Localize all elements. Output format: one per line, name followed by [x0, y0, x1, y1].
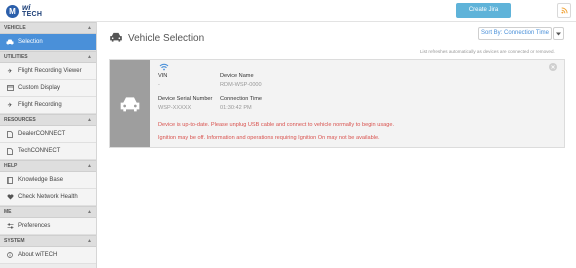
- serial-value: WSP-XXXXX: [158, 105, 192, 111]
- sort-button[interactable]: Sort By: Connection Time: [478, 27, 552, 40]
- serial-label: Device Serial Number: [158, 96, 213, 102]
- car-icon: [6, 38, 14, 46]
- sidebar-item-about-witech[interactable]: About wiTECH: [0, 247, 96, 264]
- connection-time-value: 01:30:42 PM: [220, 105, 252, 111]
- collapse-icon: ▲: [87, 54, 92, 60]
- sidebar-item-custom-display[interactable]: Custom Display: [0, 80, 96, 97]
- device-name-value: RDM-WSP-0000: [220, 82, 262, 88]
- section-resources[interactable]: RESOURCES ▲: [0, 114, 96, 126]
- mopar-badge: M: [6, 4, 19, 18]
- caret-down-icon: [556, 32, 561, 35]
- refresh-hint: List refreshes automatically as devices …: [420, 49, 555, 54]
- car-icon: [109, 32, 123, 45]
- status-message-uptodate: Device is up-to-date. Please unplug USB …: [158, 122, 395, 128]
- section-system[interactable]: SYSTEM ▲: [0, 235, 96, 247]
- top-bar: M wi TECH Create Jira: [0, 0, 576, 22]
- sidebar-item-selection[interactable]: Selection: [0, 34, 96, 51]
- sidebar-item-preferences[interactable]: Preferences: [0, 218, 96, 235]
- collapse-icon: ▲: [87, 117, 92, 123]
- page-title: Vehicle Selection: [109, 32, 204, 45]
- vin-label: VIN: [158, 73, 168, 79]
- document-icon: [6, 147, 14, 155]
- airplane-icon: ✈: [7, 102, 13, 109]
- airplane-icon: ✈: [7, 68, 13, 75]
- rss-button[interactable]: [557, 3, 571, 18]
- sidebar: VEHICLE ▲ Selection UTILITIES ▲ ✈ Flight R…: [0, 22, 97, 268]
- sidebar-item-flight-recording[interactable]: ✈ Flight Recording: [0, 97, 96, 114]
- book-icon: [6, 176, 14, 184]
- section-me[interactable]: ME ▲: [0, 206, 96, 218]
- collapse-icon: ▲: [87, 163, 92, 169]
- witech-logo[interactable]: M wi TECH: [6, 3, 42, 19]
- sidebar-item-techconnect[interactable]: TechCONNECT: [0, 143, 96, 160]
- sidebar-item-dealerconnect[interactable]: DealerCONNECT: [0, 126, 96, 143]
- sort-dropdown-toggle[interactable]: [553, 27, 564, 40]
- logo-wi: wi: [22, 3, 31, 12]
- sidebar-item-flight-recording-viewer[interactable]: ✈ Flight Recording Viewer: [0, 63, 96, 80]
- collapse-icon: ▲: [87, 238, 92, 244]
- rss-icon: [560, 7, 568, 14]
- logo-tech: TECH: [22, 11, 43, 18]
- status-message-ignition: Ignition may be off. Information and ope…: [158, 135, 380, 141]
- car-icon: [120, 96, 140, 111]
- section-utilities[interactable]: UTILITIES ▲: [0, 51, 96, 63]
- collapse-icon: ▲: [87, 209, 92, 215]
- connection-time-label: Connection Time: [220, 96, 262, 102]
- sidebar-item-knowledge-base[interactable]: Knowledge Base: [0, 172, 96, 189]
- create-jira-button[interactable]: Create Jira: [456, 3, 511, 18]
- vin-value: -: [158, 82, 160, 88]
- document-icon: [6, 130, 14, 138]
- info-icon: [6, 251, 14, 259]
- remove-device-button[interactable]: [549, 63, 557, 71]
- section-help[interactable]: HELP ▲: [0, 160, 96, 172]
- sliders-icon: [6, 222, 14, 230]
- device-name-label: Device Name: [220, 73, 254, 79]
- close-icon: [551, 65, 555, 69]
- sidebar-item-check-network-health[interactable]: Check Network Health: [0, 189, 96, 206]
- page-title-text: Vehicle Selection: [128, 33, 205, 44]
- window-icon: [6, 84, 14, 92]
- collapse-icon: ▲: [87, 25, 92, 31]
- wifi-icon: [159, 63, 169, 71]
- heartbeat-icon: [6, 193, 14, 201]
- section-vehicle[interactable]: VEHICLE ▲: [0, 22, 96, 34]
- vehicle-image: [110, 60, 150, 147]
- device-card[interactable]: VIN - Device Name RDM-WSP-0000 Device Se…: [109, 59, 565, 148]
